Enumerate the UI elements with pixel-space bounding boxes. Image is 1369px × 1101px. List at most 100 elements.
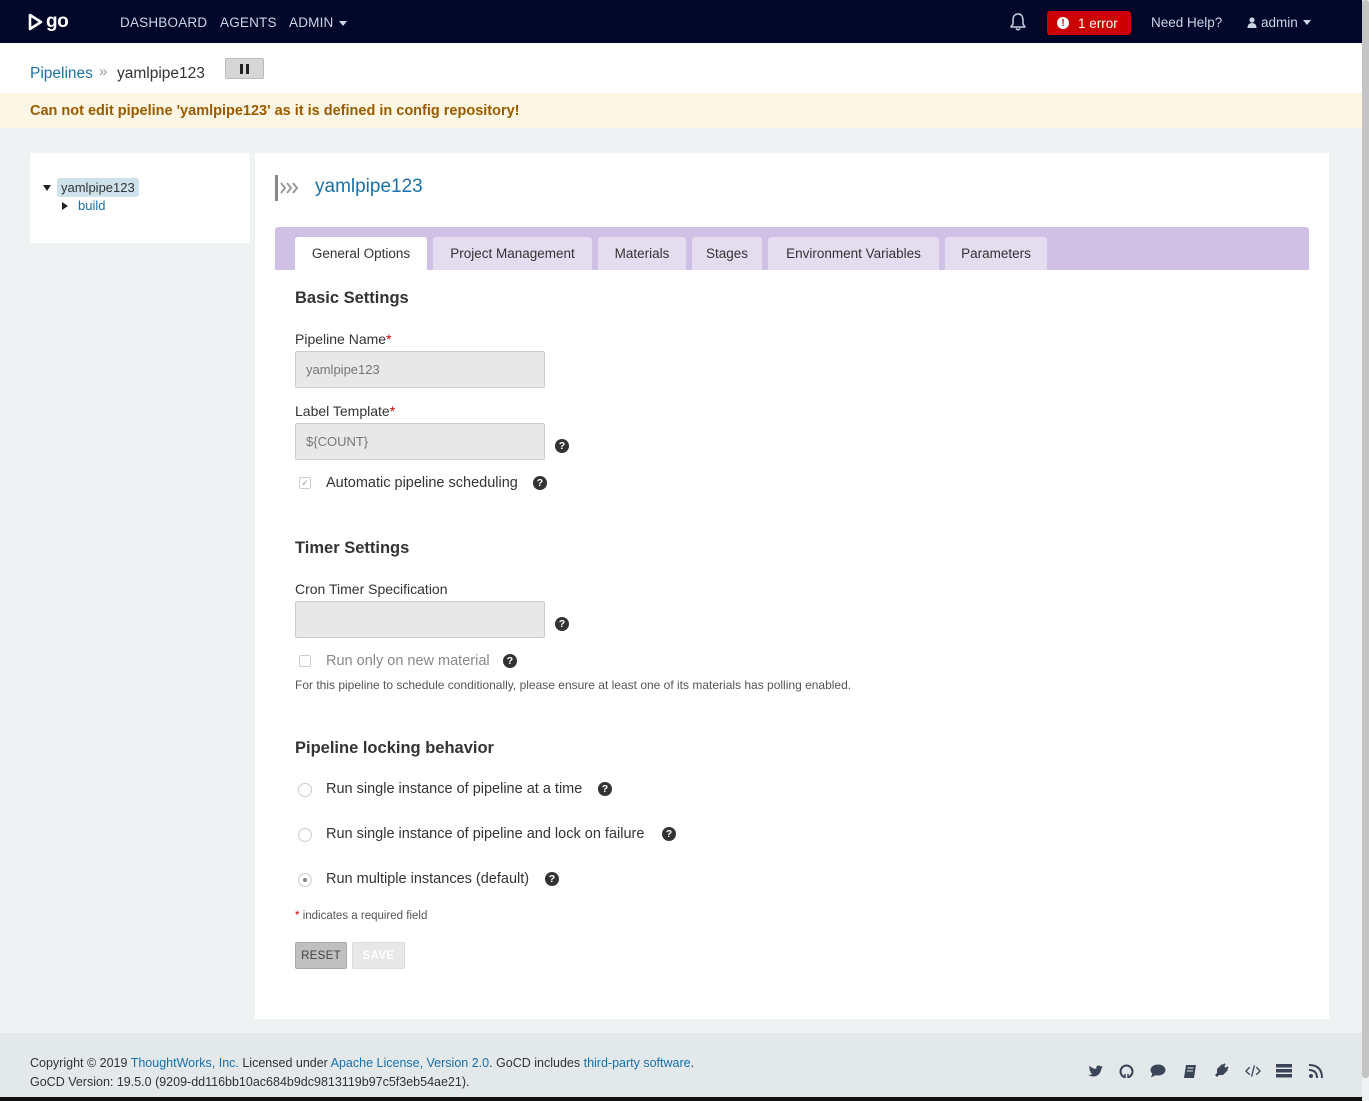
- chevron-down-icon: [1302, 20, 1311, 25]
- thoughtworks-link[interactable]: ThoughtWorks, Inc.: [131, 1056, 239, 1070]
- third-party-link[interactable]: third-party software: [584, 1056, 691, 1070]
- docs-icon[interactable]: [1182, 1063, 1198, 1079]
- main-panel: yamlpipe123 General Options Project Mana…: [255, 153, 1329, 1019]
- label-template-input[interactable]: [295, 423, 545, 460]
- user-icon: [1247, 17, 1257, 28]
- unlocked-multiple-radio[interactable]: [298, 873, 312, 887]
- includes-text: . GoCD includes: [489, 1056, 581, 1070]
- caret-down-icon[interactable]: [43, 184, 51, 191]
- required-asterisk: *: [389, 403, 396, 419]
- question-circle-icon[interactable]: ?: [533, 476, 547, 490]
- logo-text: go: [46, 11, 69, 32]
- polling-hint: For this pipeline to schedule conditiona…: [295, 678, 852, 692]
- pipeline-title: yamlpipe123: [315, 176, 423, 197]
- user-menu[interactable]: admin: [1247, 15, 1311, 30]
- question-circle-icon[interactable]: ?: [555, 617, 569, 631]
- required-field-note: * indicates a required field: [295, 910, 427, 922]
- nav-dashboard[interactable]: DASHBOARD: [120, 15, 207, 30]
- question-circle-icon[interactable]: ?: [555, 439, 569, 453]
- copyright-text: Copyright © 2019: [30, 1056, 128, 1070]
- required-asterisk: *: [295, 910, 300, 922]
- question-circle-icon[interactable]: ?: [545, 872, 559, 886]
- cron-timer-input[interactable]: [295, 601, 545, 638]
- tab-project-management[interactable]: Project Management: [433, 237, 592, 270]
- save-button[interactable]: SAVE: [352, 942, 405, 969]
- cron-timer-label: Cron Timer Specification: [295, 581, 448, 597]
- chevron-down-icon: [338, 20, 347, 26]
- bell-icon[interactable]: [1008, 12, 1028, 32]
- timer-settings-title: Timer Settings: [295, 539, 410, 557]
- required-field-note-text: indicates a required field: [302, 910, 428, 922]
- chat-icon[interactable]: [1150, 1063, 1166, 1079]
- tree-root-label[interactable]: yamlpipe123: [57, 178, 139, 197]
- question-circle-icon[interactable]: ?: [662, 827, 676, 841]
- label-template-label-text: Label Template: [295, 403, 390, 419]
- tab-stages[interactable]: Stages: [692, 237, 762, 270]
- footer-period: .: [690, 1056, 695, 1070]
- lock-on-failure-label: Run single instance of pipeline and lock…: [326, 826, 645, 842]
- window-bottom-edge: [0, 1097, 1362, 1101]
- logo-arrow-icon: [28, 13, 43, 31]
- github-icon[interactable]: [1119, 1063, 1135, 1079]
- pipeline-name-label-text: Pipeline Name: [295, 331, 387, 347]
- tab-parameters[interactable]: Parameters: [945, 237, 1047, 270]
- footer-icons: [1087, 1063, 1339, 1079]
- gocd-logo[interactable]: go: [28, 11, 69, 33]
- pause-pipeline-button[interactable]: [225, 58, 264, 79]
- basic-settings-title: Basic Settings: [295, 289, 409, 307]
- pipeline-icon: [275, 175, 299, 201]
- top-navbar: go DASHBOARD AGENTS ADMIN ! 1 error Need…: [0, 0, 1362, 43]
- lock-single-instance-radio[interactable]: [298, 783, 312, 797]
- tab-materials[interactable]: Materials: [598, 237, 686, 270]
- error-badge[interactable]: ! 1 error: [1047, 11, 1131, 35]
- tab-environment-variables[interactable]: Environment Variables: [768, 237, 939, 270]
- label-template-label: Label Template*: [295, 403, 395, 419]
- caret-right-icon[interactable]: [62, 201, 68, 210]
- twitter-icon[interactable]: [1087, 1063, 1103, 1079]
- run-new-material-checkbox[interactable]: [299, 655, 311, 667]
- pipeline-tree: yamlpipe123 build: [30, 153, 250, 243]
- pipeline-name-label: Pipeline Name*: [295, 331, 392, 347]
- breadcrumb-separator: »: [99, 63, 108, 80]
- licensed-text: Licensed under: [242, 1056, 328, 1070]
- nav-agents[interactable]: AGENTS: [220, 15, 277, 30]
- breadcrumb-current: yamlpipe123: [117, 65, 205, 82]
- tree-root[interactable]: yamlpipe123: [43, 178, 139, 197]
- nav-admin-label: ADMIN: [289, 15, 334, 30]
- pipeline-name-input[interactable]: [295, 351, 545, 388]
- run-new-material-label: Run only on new material: [326, 653, 490, 669]
- page-scrollbar[interactable]: [1362, 0, 1369, 1078]
- plugins-icon[interactable]: [1213, 1063, 1229, 1079]
- error-badge-label: 1 error: [1078, 15, 1118, 31]
- tabs-bar: General Options Project Management Mater…: [275, 227, 1309, 270]
- reset-button[interactable]: RESET: [295, 942, 347, 969]
- server-details-icon[interactable]: [1276, 1063, 1292, 1079]
- footer-copyright: Copyright © 2019 ThoughtWorks, Inc. Lice…: [30, 1056, 694, 1070]
- rss-icon[interactable]: [1308, 1063, 1324, 1079]
- config-repo-warning: Can not edit pipeline 'yamlpipe123' as i…: [0, 93, 1362, 128]
- lock-on-failure-radio[interactable]: [298, 828, 312, 842]
- breadcrumb-pipelines-link[interactable]: Pipelines: [30, 65, 93, 83]
- need-help-link[interactable]: Need Help?: [1151, 15, 1222, 30]
- unlocked-multiple-label: Run multiple instances (default): [326, 871, 530, 887]
- license-link[interactable]: Apache License, Version 2.0: [331, 1056, 489, 1070]
- auto-scheduling-label: Automatic pipeline scheduling: [326, 475, 518, 491]
- locking-behavior-title: Pipeline locking behavior: [295, 739, 494, 757]
- tab-general-options[interactable]: General Options: [295, 237, 427, 270]
- tree-child-build[interactable]: build: [62, 198, 105, 213]
- question-circle-icon[interactable]: ?: [598, 782, 612, 796]
- required-asterisk: *: [386, 331, 392, 347]
- pause-icon: [246, 63, 249, 74]
- lock-single-instance-label: Run single instance of pipeline at a tim…: [326, 781, 583, 797]
- footer: Copyright © 2019 ThoughtWorks, Inc. Lice…: [0, 1033, 1362, 1101]
- page-header: Pipelines » yamlpipe123: [0, 43, 1362, 93]
- tree-child-label[interactable]: build: [78, 198, 105, 213]
- user-name: admin: [1261, 15, 1298, 30]
- api-icon[interactable]: [1244, 1063, 1261, 1079]
- error-icon: !: [1057, 17, 1069, 29]
- question-circle-icon[interactable]: ?: [503, 654, 517, 668]
- auto-scheduling-checkbox[interactable]: ✓: [299, 477, 311, 489]
- nav-admin[interactable]: ADMIN: [289, 15, 347, 30]
- pause-icon: [240, 63, 243, 74]
- footer-version: GoCD Version: 19.5.0 (9209-dd116bb10ac68…: [30, 1075, 470, 1089]
